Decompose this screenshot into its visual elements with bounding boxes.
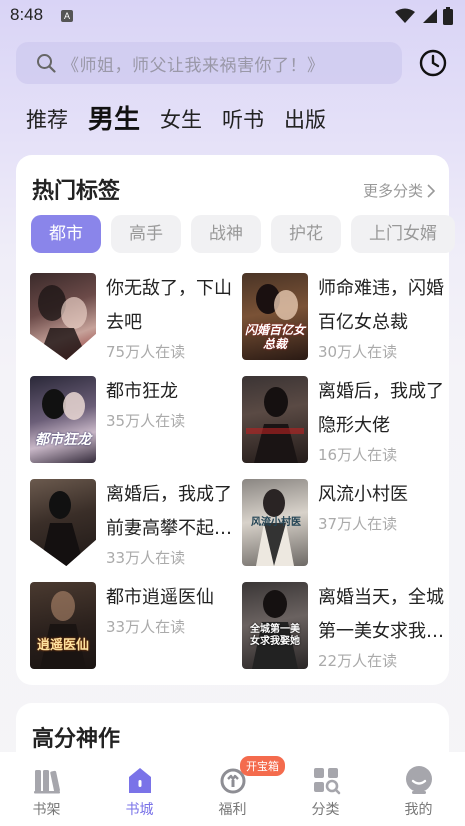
tab-published[interactable]: 出版 [284, 100, 326, 140]
book-item[interactable]: 闪婚百亿女总裁 师命难违，闪婚百亿女总裁 30万人在读 [242, 273, 447, 369]
book-readers: 33万人在读 [106, 618, 186, 636]
chevron-right-icon [427, 183, 435, 198]
book-cover [242, 376, 308, 463]
book-title: 离婚当天，全城第一美女求我娶她 [318, 587, 444, 642]
nav-label: 福利 [218, 802, 247, 818]
category-icon [313, 768, 340, 795]
tag-chip[interactable]: 战神 [191, 215, 261, 253]
nav-label: 书架 [32, 802, 61, 818]
tab-female[interactable]: 女生 [160, 100, 202, 140]
book-cover: 逍遥医仙 [30, 582, 96, 669]
book-readers: 33万人在读 [106, 549, 186, 567]
more-categories-label: 更多分类 [362, 182, 423, 200]
nav-bookstore[interactable]: 书城 [93, 752, 186, 826]
tag-chip[interactable]: 高手 [111, 215, 181, 253]
cover-text: 风流小村医 [251, 517, 301, 528]
tag-chip[interactable]: 上门女婿 [351, 215, 455, 253]
book-title: 离婚后，我成了隐形大佬 [318, 381, 444, 436]
wifi-icon [395, 8, 415, 23]
tab-recommend[interactable]: 推荐 [26, 100, 68, 140]
book-item[interactable]: 离婚后，我成了前妻高攀不起的人 33万人在读 [30, 479, 235, 575]
book-item[interactable]: 都市狂龙 都市狂龙 35万人在读 [30, 376, 235, 472]
book-title: 师命难违，闪婚百亿女总裁 [318, 278, 444, 333]
book-item[interactable]: 离婚后，我成了隐形大佬 16万人在读 [242, 376, 447, 472]
book-title: 离婚后，我成了前妻高攀不起的人 [106, 484, 232, 539]
category-tabs: 推荐 男生 女生 听书 出版 [26, 100, 346, 140]
cover-text: 全城第一美女求我娶她 [250, 624, 300, 647]
status-icons [395, 7, 453, 25]
book-title: 都市逍遥医仙 [106, 587, 214, 608]
nav-bookshelf[interactable]: 书架 [0, 752, 93, 826]
nav-label: 书城 [125, 802, 154, 818]
nav-profile[interactable]: 我的 [372, 752, 465, 826]
tag-chip[interactable]: 都市 [31, 215, 101, 253]
book-item[interactable]: 你无敌了，下山去吧 75万人在读 [30, 273, 235, 369]
cover-text: 闪婚百亿女总裁 [244, 323, 305, 351]
nav-categories[interactable]: 分类 [279, 752, 372, 826]
status-bar: 8:48 A [0, 0, 465, 32]
book-readers: 22万人在读 [318, 652, 398, 670]
book-cover: 风流小村医 [242, 479, 308, 566]
book-cover [30, 273, 96, 360]
book-cover: 闪婚百亿女总裁 [242, 273, 308, 360]
book-title: 都市狂龙 [106, 381, 178, 402]
book-readers: 35万人在读 [106, 412, 186, 430]
tag-list: 都市 高手 战神 护花 上门女婿 [31, 215, 455, 253]
search-bar[interactable]: 《师姐，师父让我来祸害你了！》 [16, 42, 402, 84]
clock-icon[interactable] [418, 48, 448, 78]
search-placeholder: 《师姐，师父让我来祸害你了！》 [62, 55, 325, 76]
book-title: 风流小村医 [318, 484, 408, 505]
profile-icon [405, 766, 432, 794]
tag-chip[interactable]: 护花 [271, 215, 341, 253]
nav-label: 我的 [404, 802, 433, 818]
section-title: 热门标签 [32, 179, 121, 204]
battery-icon [443, 7, 453, 25]
signal-icon [423, 9, 437, 23]
nav-rewards[interactable]: 开宝箱 福利 [186, 752, 285, 826]
book-title: 你无敌了，下山去吧 [106, 278, 232, 333]
tab-audiobook[interactable]: 听书 [222, 100, 264, 140]
book-item[interactable]: 逍遥医仙 都市逍遥医仙 33万人在读 [30, 582, 235, 678]
book-item[interactable]: 全城第一美女求我娶她 离婚当天，全城第一美女求我娶她 22万人在读 [242, 582, 447, 678]
book-cover [30, 479, 96, 566]
section-title: 高分神作 [32, 727, 121, 752]
book-readers: 30万人在读 [318, 343, 398, 361]
bottom-nav: 书架 书城 开宝箱 福利 分类 我的 [0, 752, 465, 826]
search-icon [37, 54, 56, 73]
notification-icon: A [61, 10, 73, 22]
nav-label: 分类 [311, 802, 340, 818]
bookshelf-icon [33, 770, 60, 794]
book-readers: 37万人在读 [318, 515, 398, 533]
book-cover: 全城第一美女求我娶她 [242, 582, 308, 669]
book-readers: 16万人在读 [318, 446, 398, 464]
book-item[interactable]: 风流小村医 风流小村医 37万人在读 [242, 479, 447, 575]
book-readers: 75万人在读 [106, 343, 186, 361]
bookstore-icon [128, 768, 151, 793]
cover-text: 都市狂龙 [35, 432, 91, 448]
status-time: 8:48 [10, 5, 44, 24]
tab-male[interactable]: 男生 [88, 100, 140, 140]
cover-text: 逍遥医仙 [36, 638, 89, 653]
book-cover: 都市狂龙 [30, 376, 96, 463]
more-categories-link[interactable]: 更多分类 [363, 180, 435, 201]
hot-tags-card: 热门标签 更多分类 都市 高手 战神 护花 上门女婿 你无敌了，下山去吧 75万… [16, 155, 455, 685]
